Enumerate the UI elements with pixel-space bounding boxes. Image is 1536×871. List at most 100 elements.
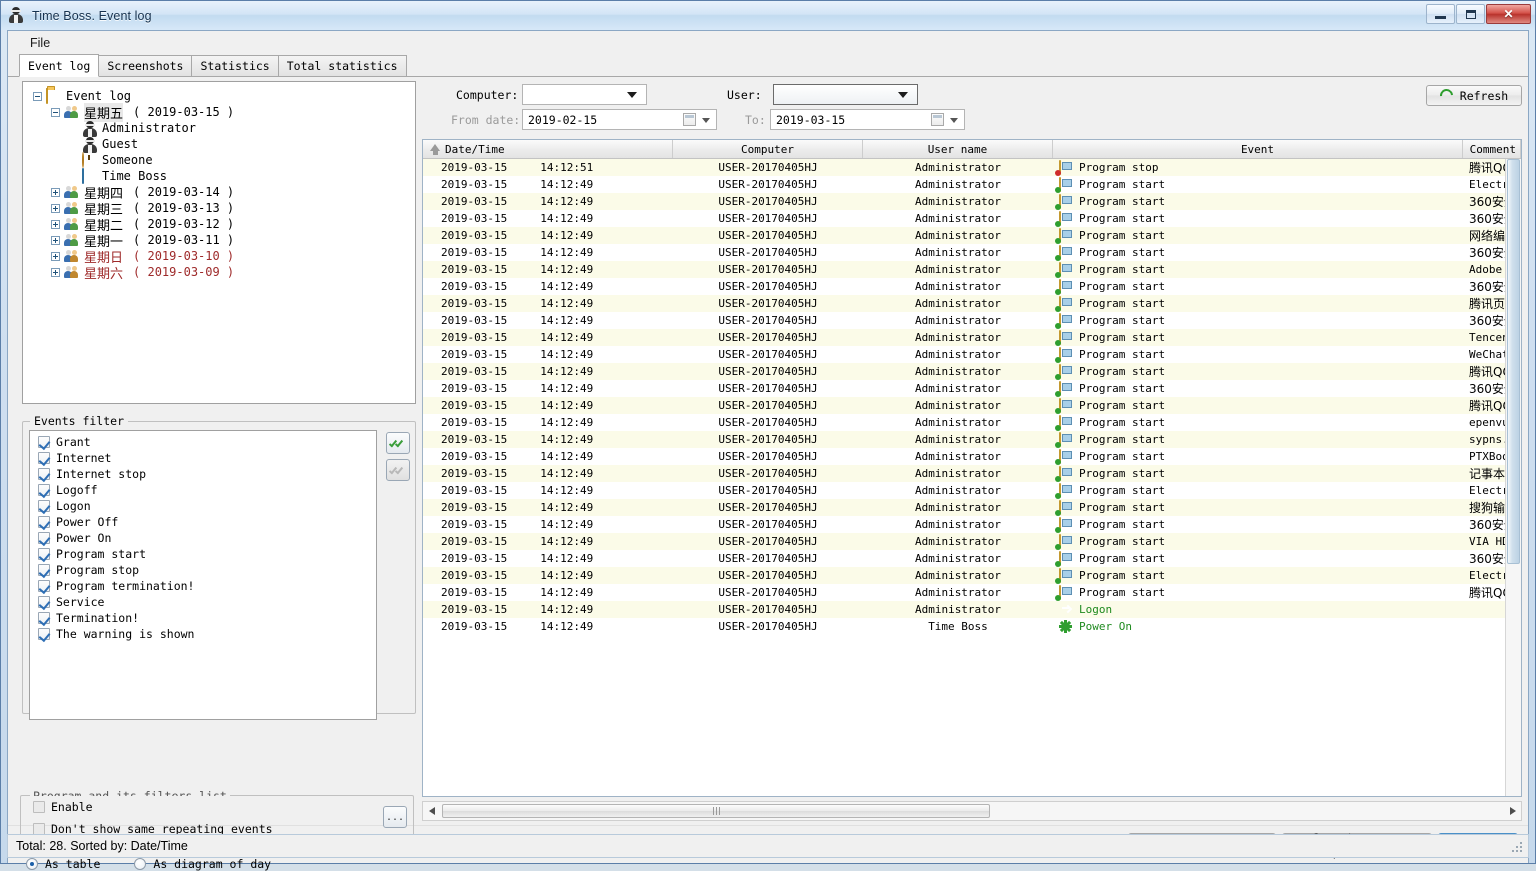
table-row[interactable]: 2019-03-15 14:12:49 USER-20170405HJ Adminis…	[423, 193, 1521, 210]
tree-expander-plus-icon[interactable]	[51, 235, 60, 245]
events-filter-list[interactable]: Grant Internet Internet stop Logoff Logon Pow…	[29, 430, 377, 720]
tree-expander-plus-icon[interactable]	[51, 251, 60, 261]
table-row[interactable]: 2019-03-15 14:12:49 USER-20170405HJ Adminis…	[423, 363, 1521, 380]
grid-horizontal-scrollbar[interactable]	[422, 801, 1522, 821]
checkbox-icon[interactable]	[38, 484, 50, 496]
filter-checkbox-row[interactable]: Grant	[30, 434, 376, 450]
radio-as-diagram-of-day[interactable]: As diagram of day	[134, 857, 271, 871]
tree-node[interactable]: Administrator	[25, 120, 413, 137]
checkbox-icon[interactable]	[38, 516, 50, 528]
grid-vertical-scrollbar[interactable]	[1505, 159, 1521, 796]
table-row[interactable]: 2019-03-15 14:12:51 USER-20170405HJ Adminis…	[423, 159, 1521, 176]
tree-expander-plus-icon[interactable]	[51, 219, 60, 229]
tab-screenshots[interactable]: Screenshots	[98, 55, 193, 76]
checkbox-icon[interactable]	[38, 596, 50, 608]
checkbox-icon[interactable]	[38, 628, 50, 640]
filter-checkbox-row[interactable]: Power Off	[30, 514, 376, 530]
hscroll-thumb[interactable]	[442, 804, 990, 818]
table-row[interactable]: 2019-03-15 14:12:49 USER-20170405HJ Adminis…	[423, 482, 1521, 499]
filter-checkbox-row[interactable]: Program start	[30, 546, 376, 562]
table-row[interactable]: 2019-03-15 14:12:49 USER-20170405HJ Adminis…	[423, 550, 1521, 567]
table-row[interactable]: 2019-03-15 14:12:49 USER-20170405HJ Adminis…	[423, 533, 1521, 550]
table-row[interactable]: 2019-03-15 14:12:49 USER-20170405HJ Adminis…	[423, 261, 1521, 278]
table-row[interactable]: 2019-03-15 14:12:49 USER-20170405HJ Adminis…	[423, 244, 1521, 261]
checkbox-icon[interactable]	[38, 452, 50, 464]
table-row[interactable]: 2019-03-15 14:12:49 USER-20170405HJ Adminis…	[423, 465, 1521, 482]
to-date-input[interactable]: 2019-03-15	[770, 109, 965, 130]
filter-checkbox-row[interactable]: Internet stop	[30, 466, 376, 482]
checkbox-icon[interactable]	[38, 436, 50, 448]
radio-icon[interactable]	[134, 858, 147, 870]
tree-expander-minus-icon[interactable]	[33, 91, 42, 101]
minimize-icon[interactable]	[1426, 4, 1455, 24]
filter-checkbox-row[interactable]: Termination!	[30, 610, 376, 626]
event-log-tree[interactable]: Event log 星期五 ( 2019-03-15 ) Administrator G…	[22, 81, 416, 404]
menu-item-file[interactable]: File	[22, 33, 58, 53]
grid-header-comment[interactable]: Comment	[1463, 140, 1521, 158]
table-row[interactable]: 2019-03-15 14:12:49 USER-20170405HJ Adminis…	[423, 567, 1521, 584]
table-row[interactable]: 2019-03-15 14:12:49 USER-20170405HJ Adminis…	[423, 584, 1521, 601]
hscroll-track[interactable]	[440, 802, 1504, 820]
filter-checkbox-row[interactable]: Logon	[30, 498, 376, 514]
tree-node[interactable]: Someone	[25, 152, 413, 168]
tab-statistics[interactable]: Statistics	[191, 55, 279, 76]
tree-expander-plus-icon[interactable]	[51, 187, 60, 197]
table-row[interactable]: 2019-03-15 14:12:49 USER-20170405HJ Adminis…	[423, 601, 1521, 618]
table-row[interactable]: 2019-03-15 14:12:49 USER-20170405HJ Adminis…	[423, 329, 1521, 346]
tree-expander-plus-icon[interactable]	[51, 267, 60, 277]
tree-node[interactable]: 星期六 ( 2019-03-09 )	[25, 264, 413, 282]
grid-header-user-name[interactable]: User name	[863, 140, 1053, 158]
close-icon[interactable]: ✕	[1486, 4, 1531, 24]
tab-total-statistics[interactable]: Total statistics	[277, 55, 407, 76]
table-row[interactable]: 2019-03-15 14:12:49 USER-20170405HJ Adminis…	[423, 210, 1521, 227]
filter-checkbox-row[interactable]: Service	[30, 594, 376, 610]
event-log-grid[interactable]: Date/Time Computer User name Event Comment 2…	[422, 139, 1522, 797]
table-row[interactable]: 2019-03-15 14:12:49 USER-20170405HJ Adminis…	[423, 227, 1521, 244]
checkbox-icon[interactable]	[38, 580, 50, 592]
table-row[interactable]: 2019-03-15 14:12:49 USER-20170405HJ Time Bo…	[423, 618, 1521, 635]
filter-checkbox-row[interactable]: The warning is shown	[30, 626, 376, 642]
browse-button[interactable]: ...	[383, 806, 407, 828]
maximize-icon[interactable]	[1456, 4, 1485, 24]
tree-expander-plus-icon[interactable]	[51, 203, 60, 213]
option-checkbox-row[interactable]: Enable	[21, 796, 413, 818]
filter-checkbox-row[interactable]: Program stop	[30, 562, 376, 578]
grid-header-event[interactable]: Event	[1053, 140, 1463, 158]
radio-as-table[interactable]: As table	[26, 857, 100, 871]
checkbox-icon[interactable]	[38, 532, 50, 544]
table-row[interactable]: 2019-03-15 14:12:49 USER-20170405HJ Adminis…	[423, 278, 1521, 295]
grid-body[interactable]: 2019-03-15 14:12:51 USER-20170405HJ Adminis…	[423, 159, 1521, 796]
table-row[interactable]: 2019-03-15 14:12:49 USER-20170405HJ Adminis…	[423, 448, 1521, 465]
radio-icon[interactable]	[26, 858, 38, 870]
user-select[interactable]	[773, 84, 918, 105]
table-row[interactable]: 2019-03-15 14:12:49 USER-20170405HJ Adminis…	[423, 431, 1521, 448]
hscroll-right-arrow-icon[interactable]	[1504, 802, 1521, 820]
checkbox-icon[interactable]	[38, 468, 50, 480]
table-row[interactable]: 2019-03-15 14:12:49 USER-20170405HJ Adminis…	[423, 414, 1521, 431]
computer-select[interactable]	[522, 84, 647, 105]
tree-node[interactable]: 星期五 ( 2019-03-15 )	[25, 102, 413, 122]
table-row[interactable]: 2019-03-15 14:12:49 USER-20170405HJ Adminis…	[423, 295, 1521, 312]
table-row[interactable]: 2019-03-15 14:12:49 USER-20170405HJ Adminis…	[423, 397, 1521, 414]
filter-checkbox-row[interactable]: Internet	[30, 450, 376, 466]
resize-grip-icon[interactable]	[1512, 842, 1524, 854]
uncheck-all-icon[interactable]	[386, 459, 410, 481]
table-row[interactable]: 2019-03-15 14:12:49 USER-20170405HJ Adminis…	[423, 312, 1521, 329]
checkbox-icon[interactable]	[38, 612, 50, 624]
check-all-icon[interactable]	[386, 432, 410, 454]
checkbox-icon[interactable]	[38, 548, 50, 560]
tab-event-log[interactable]: Event log	[19, 54, 100, 77]
tree-node[interactable]: Time Boss	[25, 168, 413, 184]
tree-expander-minus-icon[interactable]	[51, 107, 60, 117]
filter-checkbox-row[interactable]: Logoff	[30, 482, 376, 498]
tree-node[interactable]: Guest	[25, 136, 413, 153]
refresh-button[interactable]: Refresh	[1426, 85, 1522, 106]
hscroll-left-arrow-icon[interactable]	[423, 802, 440, 820]
table-row[interactable]: 2019-03-15 14:12:49 USER-20170405HJ Adminis…	[423, 176, 1521, 193]
checkbox-icon[interactable]	[33, 801, 45, 813]
grid-header-date-time[interactable]: Date/Time	[423, 140, 673, 158]
table-row[interactable]: 2019-03-15 14:12:49 USER-20170405HJ Adminis…	[423, 499, 1521, 516]
from-date-input[interactable]: 2019-02-15	[522, 109, 717, 130]
filter-checkbox-row[interactable]: Program termination!	[30, 578, 376, 594]
checkbox-icon[interactable]	[38, 500, 50, 512]
